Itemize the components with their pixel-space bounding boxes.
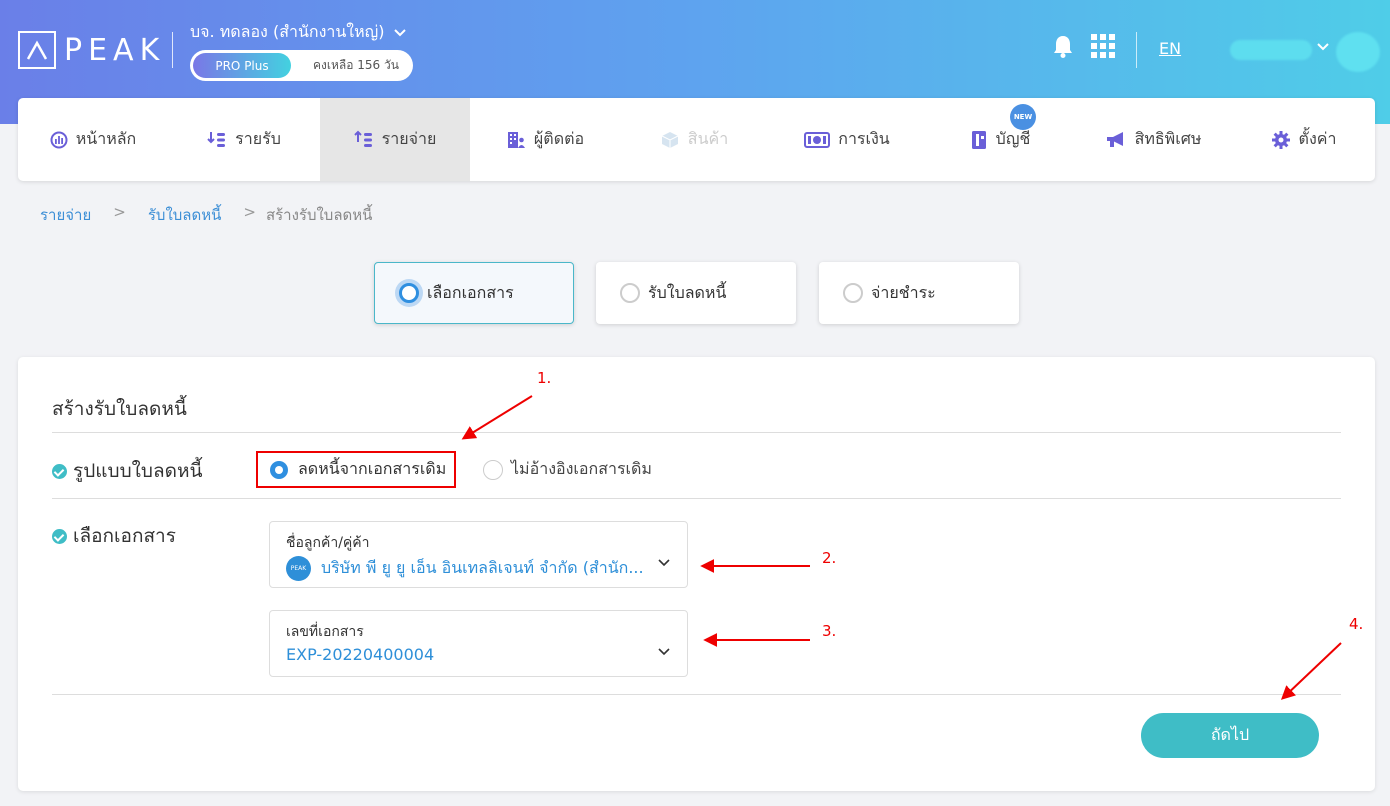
user-name[interactable] — [1230, 40, 1312, 60]
ledger-book-icon — [971, 130, 986, 149]
format-label: รูปแบบใบลดหนี้ — [52, 456, 202, 486]
megaphone-icon — [1106, 131, 1123, 147]
chevron-down-icon[interactable] — [657, 647, 671, 657]
step-label: จ่ายชำระ — [871, 282, 936, 302]
nav-label: บัญชี — [995, 129, 1031, 148]
radio-unselected[interactable] — [483, 459, 503, 480]
nav-label: รายจ่าย — [381, 129, 437, 148]
new-badge: NEW — [1010, 104, 1036, 130]
form-title: สร้างรับใบลดหนี้ — [52, 398, 187, 420]
step-label: รับใบลดหนี้ — [648, 282, 727, 302]
nav-item-settings[interactable]: ตั้งค่า — [1232, 98, 1375, 181]
gear-icon — [1271, 130, 1290, 149]
docno-text: EXP-20220400004 — [286, 645, 435, 664]
breadcrumb: รายจ่าย > รับใบลดหนี้ > สร้างรับใบลดหนี้ — [40, 203, 372, 227]
nav-label: สิทธิพิเศษ — [1134, 129, 1202, 148]
document-number-select[interactable]: เลขที่เอกสาร EXP-20220400004 — [269, 610, 688, 677]
plan-badge: PRO Plus — [193, 53, 291, 78]
divider — [52, 432, 1341, 433]
option-no-reference[interactable]: ไม่อ้างอิงเอกสารเดิม — [483, 457, 652, 482]
nav-item-home[interactable]: หน้าหลัก — [18, 98, 168, 181]
step-radio-active — [399, 283, 419, 303]
plan-pill[interactable]: PRO Plus คงเหลือ 156 วัน — [190, 50, 413, 81]
next-button[interactable]: ถัดไป — [1141, 713, 1319, 758]
breadcrumb-expense[interactable]: รายจ่าย — [40, 203, 91, 227]
breadcrumb-current: สร้างรับใบลดหนี้ — [265, 206, 373, 224]
check-circle-icon — [52, 463, 67, 479]
docno-value: EXP-20220400004 — [286, 645, 434, 664]
divider — [52, 498, 1341, 499]
step-label: เลือกเอกสาร — [427, 282, 514, 302]
step-radio — [843, 283, 863, 303]
divider — [52, 694, 1341, 695]
customer-logo-icon: PEAK — [286, 556, 311, 581]
nav-label: รายรับ — [235, 129, 281, 148]
annotation-3: 3. — [822, 622, 837, 640]
plan-remaining: คงเหลือ 156 วัน — [313, 58, 399, 72]
nav-label: ตั้งค่า — [1298, 129, 1337, 148]
apps-grid-icon[interactable] — [1091, 34, 1115, 58]
nav-label: หน้าหลัก — [75, 129, 137, 148]
main-nav: หน้าหลัก รายรับ รายจ่าย ผู้ติดต่อ สินค้า… — [18, 98, 1375, 181]
peak-logo[interactable]: PEAK — [18, 31, 165, 69]
customer-name: บริษัท พี ยู ยู เอ็น อินเทลลิเจนท์ จำกัด… — [321, 558, 644, 577]
nav-item-income[interactable]: รายรับ — [168, 98, 320, 181]
header-divider — [1136, 32, 1137, 68]
nav-label: ผู้ติดต่อ — [533, 129, 585, 148]
select-document-text: เลือกเอกสาร — [73, 525, 176, 547]
logo-text: PEAK — [64, 32, 166, 68]
annotation-2: 2. — [822, 549, 837, 567]
docno-field-label: เลขที่เอกสาร — [286, 624, 364, 640]
header-divider — [172, 32, 173, 68]
option-label: ไม่อ้างอิงเอกสารเดิม — [511, 459, 652, 478]
money-icon — [804, 131, 831, 148]
step-radio — [620, 283, 640, 303]
chevron-down-icon[interactable] — [1316, 42, 1330, 52]
option-label: ลดหนี้จากเอกสารเดิม — [298, 459, 447, 478]
dashboard-icon — [50, 131, 68, 148]
format-label-text: รูปแบบใบลดหนี้ — [73, 460, 203, 482]
nav-item-finance[interactable]: การเงิน — [768, 98, 926, 181]
radio-selected[interactable] — [270, 460, 288, 479]
nav-item-privileges[interactable]: สิทธิพิเศษ — [1074, 98, 1232, 181]
logo-mark-icon — [18, 31, 56, 69]
annotation-1: 1. — [537, 369, 552, 387]
nav-item-expense[interactable]: รายจ่าย — [320, 98, 470, 181]
form-card: สร้างรับใบลดหนี้ รูปแบบใบลดหนี้ ลดหนี้จา… — [18, 357, 1375, 791]
nav-label: สินค้า — [687, 129, 729, 148]
nav-item-accounting[interactable]: บัญชี NEW — [926, 98, 1074, 181]
step-credit-note[interactable]: รับใบลดหนี้ — [596, 262, 796, 324]
nav-item-products: สินค้า — [620, 98, 768, 181]
nav-label: การเงิน — [838, 129, 890, 148]
breadcrumb-separator: > — [243, 203, 256, 221]
bell-icon[interactable] — [1052, 34, 1074, 58]
company-name: บจ. ทดลอง (สำนักงานใหญ่) — [190, 22, 385, 41]
step-payment[interactable]: จ่ายชำระ — [819, 262, 1019, 324]
step-select-document[interactable]: เลือกเอกสาร — [374, 262, 574, 324]
breadcrumb-credit-note[interactable]: รับใบลดหนี้ — [148, 203, 222, 227]
check-circle-icon — [52, 528, 67, 544]
customer-select[interactable]: ชื่อลูกค้า/คู่ค้า PEAK บริษัท พี ยู ยู เ… — [269, 521, 688, 588]
customer-field-label: ชื่อลูกค้า/คู่ค้า — [286, 535, 370, 551]
select-document-label: เลือกเอกสาร — [52, 521, 176, 551]
company-selector[interactable]: บจ. ทดลอง (สำนักงานใหญ่) — [190, 20, 407, 45]
chevron-down-icon — [393, 28, 406, 36]
option-from-document[interactable]: ลดหนี้จากเอกสารเดิม — [256, 451, 456, 488]
avatar[interactable] — [1336, 32, 1380, 72]
annotation-4: 4. — [1349, 615, 1364, 633]
nav-item-contacts[interactable]: ผู้ติดต่อ — [470, 98, 620, 181]
contacts-building-icon — [507, 131, 525, 148]
product-box-icon — [661, 131, 679, 148]
expense-icon — [353, 130, 372, 147]
chevron-down-icon[interactable] — [657, 558, 671, 568]
breadcrumb-separator: > — [113, 203, 126, 221]
customer-value: PEAK บริษัท พี ยู ยู เอ็น อินเทลลิเจนท์ … — [286, 556, 644, 581]
language-switch[interactable]: EN — [1159, 39, 1181, 58]
income-icon — [207, 131, 226, 147]
